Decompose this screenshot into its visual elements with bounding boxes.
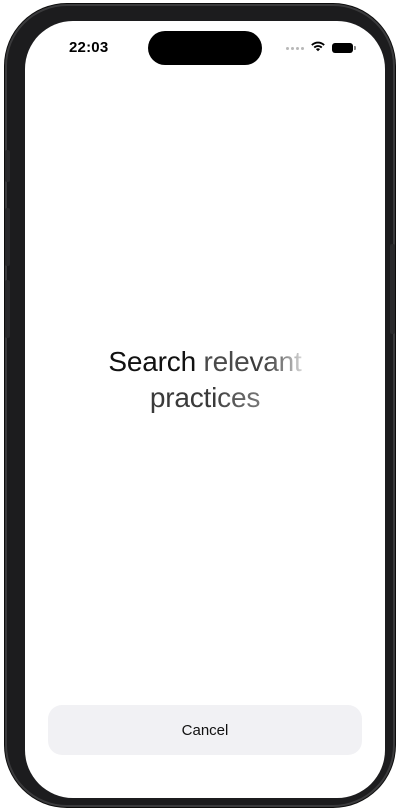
dynamic-island <box>148 31 262 65</box>
headline-word-relevant-start: rele <box>203 346 250 377</box>
volume-down-button <box>5 280 10 338</box>
cancel-button[interactable]: Cancel <box>48 705 362 755</box>
signal-dots-icon <box>286 46 304 50</box>
headline-line-1: Search relevant <box>25 344 385 380</box>
status-time: 22:03 <box>69 39 109 56</box>
volume-up-button <box>5 208 10 266</box>
headline-word-practices-end: ces <box>217 382 261 413</box>
power-button <box>390 244 395 334</box>
headline-line-2: practices <box>25 380 385 416</box>
status-icons <box>286 39 356 57</box>
wifi-icon <box>310 39 326 57</box>
headline-word-search: Search <box>108 346 196 377</box>
screen: 22:03 Search relevant practices Cancel <box>25 21 385 798</box>
phone-frame: 22:03 Search relevant practices Cancel <box>5 4 395 807</box>
battery-icon <box>332 43 356 53</box>
headline-word-practices-start: practi <box>149 382 218 413</box>
silent-switch <box>5 150 10 182</box>
headline-word-relevant-end: vant <box>249 346 302 377</box>
status-bar: 22:03 <box>25 21 385 75</box>
loading-headline: Search relevant practices <box>25 344 385 416</box>
